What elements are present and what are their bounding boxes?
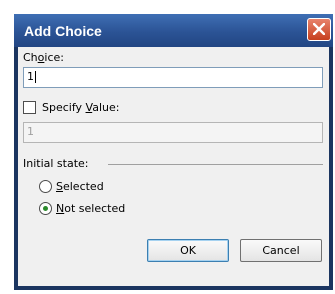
value-input-value: 1 <box>27 125 34 138</box>
dialog-title: Add Choice <box>24 23 102 39</box>
close-button[interactable] <box>307 18 331 41</box>
radio-checked-dot <box>43 206 48 211</box>
initial-state-label: Initial state: <box>23 157 89 170</box>
choice-input-value: 1 <box>27 70 34 83</box>
selected-radio-label[interactable]: Selected <box>56 180 104 193</box>
selected-radio[interactable] <box>39 180 52 193</box>
not-selected-radio[interactable] <box>39 202 52 215</box>
group-divider <box>108 164 323 165</box>
dialog-body: Choice: 1 Specify Value: 1 Initial state… <box>18 47 329 286</box>
value-input: 1 <box>23 122 323 143</box>
not-selected-radio-label[interactable]: Not selected <box>56 202 125 215</box>
add-choice-dialog: Add Choice Choice: 1 Specify Value: 1 In… <box>14 14 333 290</box>
choice-label: Choice: <box>23 51 64 64</box>
cancel-button[interactable]: Cancel <box>240 239 322 262</box>
specify-value-checkbox[interactable] <box>23 101 36 114</box>
ok-button[interactable]: OK <box>147 239 229 262</box>
text-cursor <box>35 71 36 83</box>
title-bar: Add Choice <box>14 14 333 47</box>
choice-input[interactable]: 1 <box>23 67 323 88</box>
close-icon <box>313 23 325 35</box>
specify-value-label[interactable]: Specify Value: <box>42 101 119 114</box>
